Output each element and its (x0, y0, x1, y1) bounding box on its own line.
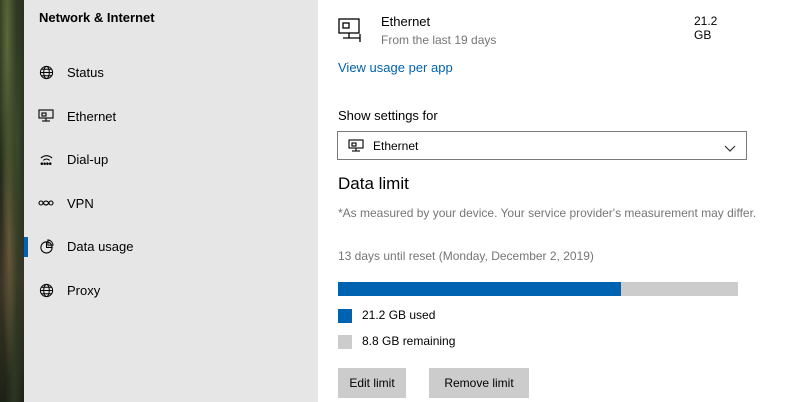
usage-overview-row: Ethernet From the last 19 days (338, 12, 738, 48)
data-limit-heading: Data limit (338, 174, 409, 193)
sidebar-item-label: VPN (67, 195, 94, 211)
sidebar-item-dial-up[interactable]: Dial-up (24, 143, 318, 175)
selection-indicator (24, 281, 28, 301)
show-settings-label: Show settings for (338, 108, 438, 123)
measurement-note: *As measured by your device. Your servic… (338, 206, 757, 220)
sidebar-item-label: Data usage (67, 238, 134, 254)
legend-remaining: 8.8 GB remaining (338, 334, 638, 350)
sidebar-item-label: Proxy (67, 282, 101, 298)
ethernet-icon (348, 139, 364, 153)
data-usage-icon (38, 238, 54, 254)
sidebar-item-vpn[interactable]: VPN (24, 187, 318, 219)
usage-progress-bar (338, 282, 738, 296)
sidebar-item-label: Status (67, 64, 104, 80)
desktop-wallpaper (0, 0, 24, 402)
sidebar-item-label: Dial-up (67, 151, 109, 167)
globe-icon (38, 282, 54, 298)
edit-limit-button[interactable]: Edit limit (338, 368, 406, 398)
globe-icon (38, 64, 54, 80)
sidebar-title: Network & Internet (39, 10, 155, 25)
connection-name: Ethernet (381, 14, 431, 29)
sidebar-item-data-usage[interactable]: Data usage (24, 230, 318, 262)
sidebar: Network & Internet Status Ethernet Dial-… (24, 0, 318, 402)
show-settings-dropdown[interactable]: Ethernet (337, 131, 747, 160)
sidebar-item-status[interactable]: Status (24, 56, 318, 88)
selection-indicator (24, 107, 28, 127)
selection-indicator (24, 63, 28, 83)
usage-amount: 21.2 GB (694, 14, 718, 42)
dropdown-selected-value: Ethernet (373, 139, 419, 153)
usage-progress-fill (338, 282, 621, 296)
view-usage-per-app-link[interactable]: View usage per app (338, 60, 453, 75)
remaining-swatch (338, 335, 352, 349)
vpn-icon (38, 195, 54, 211)
ethernet-icon (38, 108, 54, 124)
dialup-icon (38, 151, 54, 167)
sidebar-item-label: Ethernet (67, 108, 117, 124)
sidebar-item-proxy[interactable]: Proxy (24, 274, 318, 306)
reset-info: 13 days until reset (Monday, December 2,… (338, 249, 594, 263)
legend-used: 21.2 GB used (338, 308, 638, 324)
usage-period: From the last 19 days (381, 33, 497, 47)
ethernet-icon (338, 18, 366, 44)
sidebar-item-ethernet[interactable]: Ethernet (24, 100, 318, 132)
remaining-label: 8.8 GB remaining (362, 334, 456, 348)
remove-limit-button[interactable]: Remove limit (429, 368, 529, 398)
chevron-down-icon (724, 140, 736, 152)
used-label: 21.2 GB used (362, 308, 436, 322)
selection-indicator (24, 237, 28, 257)
used-swatch (338, 309, 352, 323)
selection-indicator (24, 150, 28, 170)
selection-indicator (24, 194, 28, 214)
main-content: Ethernet From the last 19 days 21.2 GB V… (318, 0, 800, 402)
